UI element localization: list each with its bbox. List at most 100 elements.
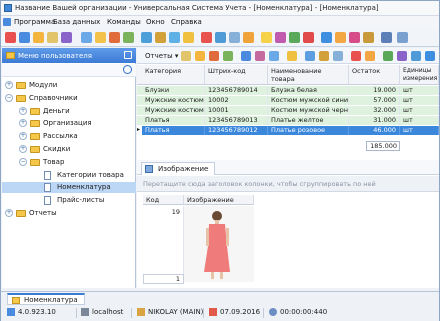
refresh-icon[interactable] bbox=[123, 32, 134, 43]
expand-icon[interactable]: + bbox=[5, 209, 13, 217]
cell-unit[interactable]: шт bbox=[400, 116, 439, 125]
copy-icon[interactable] bbox=[61, 32, 72, 43]
menu-program[interactable]: Программа bbox=[14, 18, 55, 26]
move-icon[interactable] bbox=[255, 51, 265, 61]
menu-commands[interactable]: Команды bbox=[107, 18, 141, 26]
tab-image[interactable]: Изображение bbox=[141, 162, 216, 175]
cell-name[interactable]: Костюм мужской синий bbox=[268, 96, 349, 105]
search-icon[interactable] bbox=[123, 65, 132, 74]
tree-item[interactable]: + Деньги bbox=[2, 106, 136, 117]
tree-search-bar[interactable] bbox=[2, 64, 136, 77]
collapse-icon[interactable]: − bbox=[19, 157, 27, 166]
tree-item[interactable]: + Отчеты bbox=[2, 208, 136, 219]
cell-barcode[interactable]: 123456789013 bbox=[205, 116, 268, 125]
funnel-icon[interactable] bbox=[95, 32, 106, 43]
col-unit-header[interactable]: Единицы измерения bbox=[400, 65, 439, 85]
heart-icon[interactable] bbox=[201, 32, 212, 43]
cell-category[interactable]: Мужские костюмы bbox=[137, 106, 205, 115]
cell-unit[interactable]: шт bbox=[400, 106, 439, 115]
col-barcode-header[interactable]: Штрих-код bbox=[205, 65, 268, 85]
cell-barcode[interactable]: 123456789014 bbox=[205, 86, 268, 95]
cell-name[interactable]: Платье желтое bbox=[268, 116, 349, 125]
export-icon[interactable] bbox=[269, 51, 279, 61]
cell-barcode[interactable]: 10001 bbox=[205, 106, 268, 115]
cart-icon[interactable] bbox=[243, 32, 254, 43]
cell-unit[interactable]: шт bbox=[400, 96, 439, 105]
cell-category[interactable]: Мужские костюмы bbox=[137, 96, 205, 105]
chart-icon[interactable] bbox=[275, 32, 286, 43]
cell-stock[interactable]: 57.000 bbox=[349, 96, 400, 105]
tree-item[interactable]: + Рассылка bbox=[2, 131, 136, 142]
collapse-icon[interactable]: − bbox=[5, 93, 13, 102]
print-grid-icon[interactable] bbox=[305, 51, 315, 61]
tag-icon[interactable] bbox=[349, 32, 360, 43]
expand-icon[interactable]: + bbox=[19, 132, 27, 141]
filter-icon[interactable] bbox=[81, 32, 92, 43]
view-icon[interactable] bbox=[241, 51, 251, 61]
tree-item[interactable]: Прайс-листы bbox=[2, 195, 136, 206]
box-icon[interactable] bbox=[155, 32, 166, 43]
excel-icon[interactable] bbox=[289, 32, 300, 43]
expand-icon[interactable]: + bbox=[19, 106, 27, 115]
lightbulb-icon[interactable] bbox=[261, 32, 272, 43]
exit-icon[interactable] bbox=[5, 32, 16, 43]
star-icon[interactable] bbox=[183, 32, 194, 43]
open-icon[interactable] bbox=[19, 32, 30, 43]
settings-icon[interactable] bbox=[109, 32, 120, 43]
cell-name[interactable]: Костюм мужской черный bbox=[268, 106, 349, 115]
help-icon[interactable] bbox=[397, 32, 408, 43]
menu-window[interactable]: Окно bbox=[146, 18, 165, 26]
table-row[interactable]: Платья 123456789013 Платье желтое 31.000 шт bbox=[137, 116, 439, 125]
calc-icon[interactable] bbox=[141, 32, 152, 43]
cancel-icon[interactable] bbox=[351, 51, 361, 61]
col-image-header[interactable]: Изображение bbox=[184, 195, 254, 205]
tree-item[interactable]: Номенклатура bbox=[2, 182, 136, 194]
expand-icon[interactable]: + bbox=[19, 119, 27, 128]
close-grid-icon[interactable] bbox=[425, 51, 435, 61]
user-icon[interactable] bbox=[381, 32, 392, 43]
tree-item[interactable]: − Товар bbox=[2, 157, 136, 168]
col-stock-header[interactable]: Остаток bbox=[349, 65, 400, 85]
pin-icon[interactable] bbox=[124, 51, 132, 59]
col-name-header[interactable]: Наименование товара bbox=[268, 65, 349, 85]
cell-stock[interactable]: 46.000 bbox=[349, 126, 400, 135]
cell-stock[interactable]: 19.000 bbox=[349, 86, 400, 95]
print-icon[interactable] bbox=[215, 32, 226, 43]
settings-grid-icon[interactable] bbox=[411, 51, 421, 61]
add-icon[interactable] bbox=[195, 51, 205, 61]
stop-icon[interactable] bbox=[303, 32, 314, 43]
table-row[interactable]: ▸ Платья 123456789012 Платье розовое 46.000 ш… bbox=[137, 126, 439, 135]
gift-icon[interactable] bbox=[335, 32, 346, 43]
image-row[interactable]: 19 bbox=[137, 206, 439, 282]
wallet-icon[interactable] bbox=[363, 32, 374, 43]
cell-unit[interactable]: шт bbox=[400, 86, 439, 95]
edit-icon[interactable] bbox=[47, 32, 58, 43]
delete-icon[interactable] bbox=[209, 51, 219, 61]
app-menu-icon[interactable] bbox=[3, 18, 11, 26]
expand-icon[interactable]: + bbox=[19, 145, 27, 153]
group-hint[interactable]: Перетащите сюда заголовок колонки, чтобы… bbox=[137, 176, 439, 192]
filter-grid-icon[interactable] bbox=[287, 51, 297, 61]
globe-icon[interactable] bbox=[321, 32, 332, 43]
columns-icon[interactable] bbox=[333, 51, 343, 61]
cell-category[interactable]: Блузки bbox=[137, 86, 205, 95]
tree-item[interactable]: − Справочники bbox=[2, 93, 136, 104]
doc-icon[interactable] bbox=[229, 32, 240, 43]
cell-unit[interactable]: шт bbox=[400, 126, 439, 135]
tree-item[interactable]: + Скидки bbox=[2, 144, 136, 155]
refresh-grid-icon[interactable] bbox=[223, 51, 233, 61]
cell-stock[interactable]: 31.000 bbox=[349, 116, 400, 125]
menu-database[interactable]: База данных bbox=[53, 18, 100, 26]
col-category-header[interactable]: Категория bbox=[137, 65, 205, 85]
tree-item[interactable]: + Организация bbox=[2, 118, 136, 129]
menu-help[interactable]: Справка bbox=[171, 18, 202, 26]
table-row[interactable]: Мужские костюмы 10002 Костюм мужской синий… bbox=[137, 96, 439, 105]
col-code-header[interactable]: Код bbox=[143, 195, 184, 205]
table-row[interactable]: Мужские костюмы 10001 Костюм мужской черны… bbox=[137, 106, 439, 115]
cell-category[interactable]: Платья bbox=[137, 126, 205, 135]
tab-nomenclature[interactable]: Номенклатура bbox=[7, 293, 85, 305]
cell-name[interactable]: Блузка белая bbox=[268, 86, 349, 95]
cell-barcode[interactable]: 123456789012 bbox=[205, 126, 268, 135]
expand-icon[interactable]: + bbox=[5, 81, 13, 89]
tree-item[interactable]: Категории товара bbox=[2, 170, 136, 181]
